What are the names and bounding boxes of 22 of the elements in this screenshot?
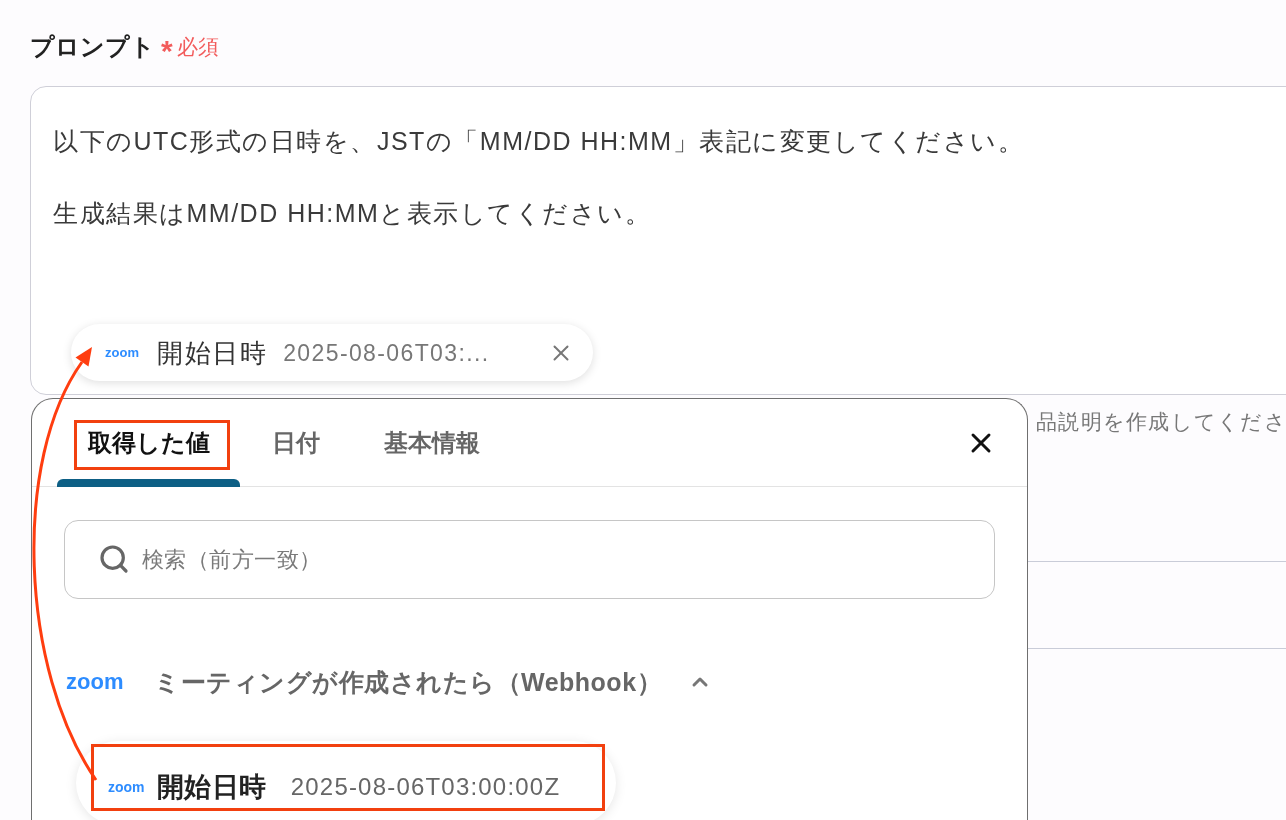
field-label: プロンプト bbox=[30, 32, 155, 62]
required-label: 必須 bbox=[176, 34, 219, 60]
prompt-text-line: 生成結果はMM/DD HH:MMと表示してください。 bbox=[53, 198, 653, 229]
item-value: 2025-08-06T03:00:00Z bbox=[290, 773, 561, 801]
search-field[interactable]: 検索（前方一致） bbox=[64, 520, 995, 599]
prompt-text-line: 以下のUTC形式の日時を、JSTの「MM/DD HH:MM」表記に変更してください。 bbox=[53, 126, 1026, 157]
app-logo: zoom bbox=[108, 778, 145, 796]
tab[interactable]: 取得した値 bbox=[57, 399, 240, 487]
tab[interactable]: 基本情報 bbox=[352, 399, 512, 487]
search-icon bbox=[98, 543, 130, 575]
chip-label: 開始日時 bbox=[156, 336, 268, 369]
group-title: ミーティングが作成されたら（Webhook） bbox=[154, 667, 663, 698]
value-item[interactable]: zoom 開始日時 2025-08-06T03:00:00Z bbox=[76, 741, 616, 820]
prompt-textarea[interactable]: 以下のUTC形式の日時を、JSTの「MM/DD HH:MM」表記に変更してください。 生成結果はMM/DD HH:MMと表示してください。 zoom 開始日時 2025-08-06T03:... bbox=[30, 86, 1286, 395]
tab[interactable]: 日付 bbox=[240, 399, 352, 487]
app-logo: zoom bbox=[105, 344, 139, 361]
item-label: 開始日時 bbox=[156, 771, 267, 803]
app-logo: zoom bbox=[66, 669, 124, 695]
description-text: 品説明を作成してくださ bbox=[1035, 409, 1286, 434]
variable-chip[interactable]: zoom 開始日時 2025-08-06T03:... bbox=[71, 324, 593, 381]
chip-value: 2025-08-06T03:... bbox=[283, 338, 490, 367]
required-mark: * bbox=[161, 34, 173, 68]
